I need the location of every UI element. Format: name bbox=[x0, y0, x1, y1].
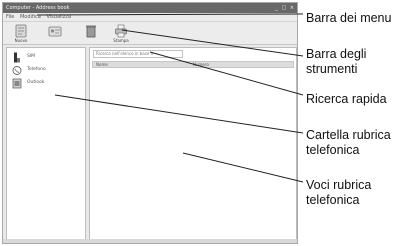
callout-line-entries bbox=[182, 152, 304, 183]
callout-line-folder bbox=[54, 94, 304, 134]
callout-line-quick-search bbox=[149, 51, 304, 96]
callout-label-folder: Cartella rubrica telefonica bbox=[306, 128, 391, 157]
callout-label-toolbar: Barra degli strumenti bbox=[306, 47, 367, 76]
callout-label-entries: Voci rubrica telefonica bbox=[306, 178, 372, 207]
callout-lines bbox=[36, 13, 304, 183]
callout-line-toolbar bbox=[121, 29, 304, 57]
callout-line-menu-bar bbox=[36, 13, 304, 16]
callout-label-quick-search: Ricerca rapida bbox=[306, 92, 387, 106]
callout-label-menu-bar: Barra dei menu bbox=[306, 11, 392, 25]
